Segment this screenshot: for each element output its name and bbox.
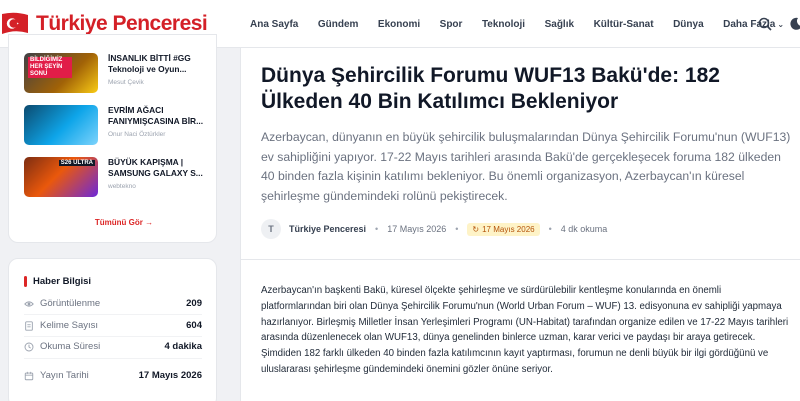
divider <box>24 336 202 337</box>
related-news-card: BİLDİĞİMİZ HER ŞEYİN SONU İNSANLIK BİTTİ… <box>8 34 217 243</box>
logo-text: Türkiye Penceresi <box>36 12 208 35</box>
main-nav: Ana Sayfa Gündem Ekonomi Spor Teknoloji … <box>250 0 800 48</box>
article-body: Azerbaycan'ın başkenti Bakü, küresel ölç… <box>261 285 789 375</box>
info-label: Yayın Tarihi <box>40 370 89 381</box>
info-value: 209 <box>186 298 202 309</box>
news-author: webtekno <box>108 183 136 190</box>
info-row-word-count: Kelime Sayısı 604 <box>24 320 202 331</box>
article-lead: Azerbaycan, dünyanın en büyük şehircilik… <box>261 130 791 203</box>
info-value: 604 <box>186 320 202 331</box>
info-label: Görüntülenme <box>40 298 101 309</box>
divider <box>241 259 800 260</box>
news-title: İNSANLIK BİTTİ #GG Teknoloji ve Oyun... <box>108 53 191 74</box>
thumbnail-caption: BİLDİĞİMİZ HER ŞEYİN SONU <box>28 57 72 78</box>
list-item[interactable]: BİLDİĞİMİZ HER ŞEYİN SONU İNSANLIK BİTTİ… <box>24 53 224 97</box>
separator-dot: • <box>455 224 459 234</box>
article-author[interactable]: Türkiye Penceresi <box>289 224 366 234</box>
news-info-title: Haber Bilgisi <box>24 276 91 287</box>
nav-item-teknoloji[interactable]: Teknoloji <box>482 19 525 30</box>
reading-time: 4 dk okuma <box>560 224 608 234</box>
clock-icon <box>24 342 34 351</box>
nav-item-ekonomi[interactable]: Ekonomi <box>378 19 420 30</box>
nav-item-kultur-sanat[interactable]: Kültür-Sanat <box>594 19 654 30</box>
eye-icon <box>24 300 34 307</box>
info-label: Okuma Süresi <box>40 341 101 352</box>
info-value: 17 Mayıs 2026 <box>138 370 202 381</box>
search-icon[interactable] <box>755 14 775 34</box>
news-info-heading: Haber Bilgisi <box>33 276 92 287</box>
divider <box>24 314 202 315</box>
updated-badge: ↻ 17 Mayıs 2026 <box>467 222 540 236</box>
updated-date: 17 Mayıs 2026 <box>482 224 535 234</box>
thumbnail-caption: S26 ULTRA <box>58 160 95 166</box>
list-item[interactable]: S26 ULTRA BÜYÜK KAPIŞMA | SAMSUNG GALAXY… <box>24 157 224 201</box>
article-meta: T Türkiye Penceresi • 17 Mayıs 2026 • ↻ … <box>261 218 607 240</box>
nav-item-saglik[interactable]: Sağlık <box>545 19 574 30</box>
news-title: BÜYÜK KAPIŞMA | SAMSUNG GALAXY S... <box>108 157 203 178</box>
see-all-link[interactable]: Tümünü Gör → <box>9 218 239 227</box>
nav-item-dunya[interactable]: Dünya <box>673 19 704 30</box>
info-row-views: Görüntülenme 209 <box>24 298 202 309</box>
separator-dot: • <box>548 224 552 234</box>
nav-item-spor[interactable]: Spor <box>440 19 463 30</box>
article-title: Dünya Şehircilik Forumu WUF13 Bakü'de: 1… <box>261 64 720 113</box>
info-row-publish-date: Yayın Tarihi 17 Mayıs 2026 <box>24 370 202 381</box>
info-label: Kelime Sayısı <box>40 320 99 331</box>
list-item[interactable]: EVRİM AĞACI FANIYMIŞCASINA BİR... Onur N… <box>24 105 224 149</box>
news-thumbnail: BİLDİĞİMİZ HER ŞEYİN SONU <box>24 53 98 93</box>
news-author: Mesut Çevik <box>108 79 144 86</box>
separator-dot: • <box>375 224 379 234</box>
calendar-icon <box>24 371 34 380</box>
document-icon <box>25 320 33 331</box>
nav-item-ana-sayfa[interactable]: Ana Sayfa <box>250 19 298 30</box>
news-thumbnail: S26 ULTRA <box>24 157 98 197</box>
news-title: EVRİM AĞACI FANIYMIŞCASINA BİR... <box>108 105 204 126</box>
accent-bar <box>24 276 27 287</box>
article-card: Dünya Şehircilik Forumu WUF13 Bakü'de: 1… <box>240 48 800 401</box>
chevron-down-icon: ⌄ <box>777 19 785 29</box>
info-value: 4 dakika <box>164 341 203 352</box>
refresh-icon: ↻ <box>472 224 480 234</box>
moon-icon[interactable] <box>786 14 800 34</box>
info-row-reading-time: Okuma Süresi 4 dakika <box>24 341 202 352</box>
news-author: Onur Naci Öztürkler <box>108 131 166 138</box>
news-thumbnail <box>24 105 98 145</box>
avatar: T <box>261 219 281 239</box>
article-date: 17 Mayıs 2026 <box>387 224 447 234</box>
nav-item-gundem[interactable]: Gündem <box>318 19 359 30</box>
divider <box>24 358 202 359</box>
